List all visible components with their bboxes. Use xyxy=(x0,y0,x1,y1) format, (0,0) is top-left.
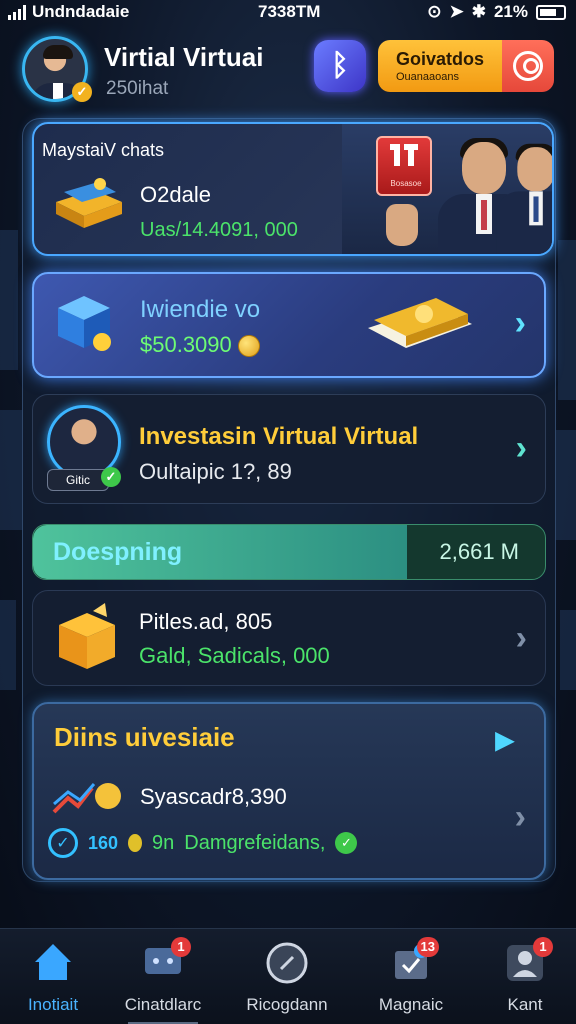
trend-chart-icon xyxy=(52,783,121,814)
brand-logo-label: Bosasoe xyxy=(390,179,422,188)
box-icon xyxy=(59,603,115,669)
check-circle-icon: ✓ xyxy=(335,832,358,854)
profile-button[interactable] xyxy=(502,40,554,92)
check-badge-icon: ✓ xyxy=(101,467,121,487)
featured-value: Uas/14.4091, 000 xyxy=(140,219,298,241)
shield-check-icon: ✓ xyxy=(48,828,78,858)
progress-value: 2,661 M xyxy=(439,539,520,564)
virtual-investment-card[interactable]: Gitic ✓ Investasin Virtual Virtual Oulta… xyxy=(32,394,546,504)
play-forward-icon[interactable]: ▶ xyxy=(496,726,514,755)
tab-label: Cinatdlarc xyxy=(124,995,202,1014)
status-bar: Undndadaie 7338TM ⊙ ➤ ✱ 21% xyxy=(0,0,576,24)
tab-account[interactable]: 1 Kant xyxy=(470,937,576,1021)
featured-title: O2dale xyxy=(140,182,211,207)
investment-value-row: $50.3090 xyxy=(140,332,260,358)
clock: 7338TM xyxy=(258,2,321,21)
dividends-prefix: 9n xyxy=(152,831,175,854)
notification-badge: 13 xyxy=(416,937,439,957)
bluetooth-icon: ᛒ xyxy=(331,49,349,82)
battery-percent: 21% xyxy=(493,2,528,21)
tab-label: Ricogdann xyxy=(246,995,328,1014)
verified-badge-icon: ✓ xyxy=(72,82,92,102)
home-icon xyxy=(33,944,73,982)
tab-label: Magnaic xyxy=(378,995,444,1014)
chevron-right-icon: › xyxy=(514,304,526,342)
bluetooth-status-icon: ✱ xyxy=(471,2,486,21)
battery-icon xyxy=(536,4,566,20)
app-header: ✓ Virtial Virtuai 250ihat ᛒ Goivatdos Ou… xyxy=(22,36,554,104)
notification-badge: 1 xyxy=(171,937,191,957)
dividends-title: Diins uivesiaie xyxy=(54,722,235,752)
user-circle-icon xyxy=(513,51,543,81)
book-stack-icon xyxy=(56,178,122,228)
advisor-tag: Gitic xyxy=(47,469,109,491)
chevron-right-icon: › xyxy=(515,429,527,467)
waving-hand-icon xyxy=(386,204,418,246)
investment-card[interactable]: Iwiendie vo $50.3090 › xyxy=(32,272,546,378)
gold-button-label: Goivatdos xyxy=(396,49,485,69)
colleague-figure xyxy=(494,143,552,254)
investment-title: Iwiendie vo xyxy=(140,296,261,323)
app-title: Virtial Virtuai xyxy=(104,42,264,72)
progress-bar: Doespning 2,661 M xyxy=(32,524,546,580)
featured-card[interactable]: MaystaiV chats O2dale Uas/14.4091, 000 B… xyxy=(32,122,554,256)
dividends-amount: Syascadr8,390 xyxy=(140,784,287,809)
brand-logo: Bosasoe xyxy=(376,136,432,196)
investment-value: $50.3090 xyxy=(140,332,232,357)
dividends-card[interactable]: Diins uivesiaie ▶ Syascadr8,390 ✓ 160 9n… xyxy=(32,702,546,880)
tab-home[interactable]: Inotiait xyxy=(0,941,108,1021)
product-title: Pitles.ad, 805 xyxy=(139,609,273,634)
dividends-details: ✓ 160 9n Damgrefeidans, ✓ xyxy=(48,828,358,858)
gold-action-button[interactable]: Goivatdos Ouanaaoans xyxy=(378,40,554,92)
tab-label: Kant xyxy=(507,995,543,1014)
dividends-text: Damgrefeidans, xyxy=(184,831,326,854)
tab-recognition[interactable]: Ricogdann xyxy=(232,941,342,1021)
virtual-investment-value: Oultaipic 1?, 89 xyxy=(139,459,292,484)
cash-stack-icon xyxy=(368,298,472,348)
coin-icon xyxy=(237,335,260,358)
product-value: Gald, Sadicals, 000 xyxy=(139,643,330,668)
product-card[interactable]: Pitles.ad, 805 Gald, Sadicals, 000 › xyxy=(32,590,546,686)
notification-badge: 1 xyxy=(533,937,553,957)
tab-label: Inotiait xyxy=(27,995,79,1014)
tab-chat[interactable]: 1 Cinatdlarc xyxy=(108,937,218,1024)
alarm-icon: ⊙ xyxy=(427,2,442,21)
app-subtitle: 250ihat xyxy=(106,78,169,99)
virtual-investment-title: Investasin Virtual Virtual xyxy=(139,423,419,450)
dividends-percent: 160 xyxy=(88,832,119,853)
gold-button-sublabel: Ouanaaoans xyxy=(396,71,459,83)
location-icon: ➤ xyxy=(449,2,464,21)
progress-label: Doespning xyxy=(53,538,183,566)
signal-icon xyxy=(8,4,26,20)
cube-icon xyxy=(58,296,111,351)
chevron-right-icon: › xyxy=(514,798,526,836)
bluetooth-button[interactable]: ᛒ xyxy=(314,40,366,92)
chevron-right-icon: › xyxy=(515,619,527,657)
tab-magnaic[interactable]: 13 Magnaic xyxy=(356,937,466,1021)
bottom-tab-bar: Inotiait 1 Cinatdlarc Ricogdann 13 Magna… xyxy=(0,928,576,1024)
compass-icon xyxy=(266,942,308,984)
carrier-label: Undndadaie xyxy=(32,2,130,21)
coin-dot-icon xyxy=(128,834,143,852)
featured-kicker: MaystaiV chats xyxy=(42,140,165,160)
